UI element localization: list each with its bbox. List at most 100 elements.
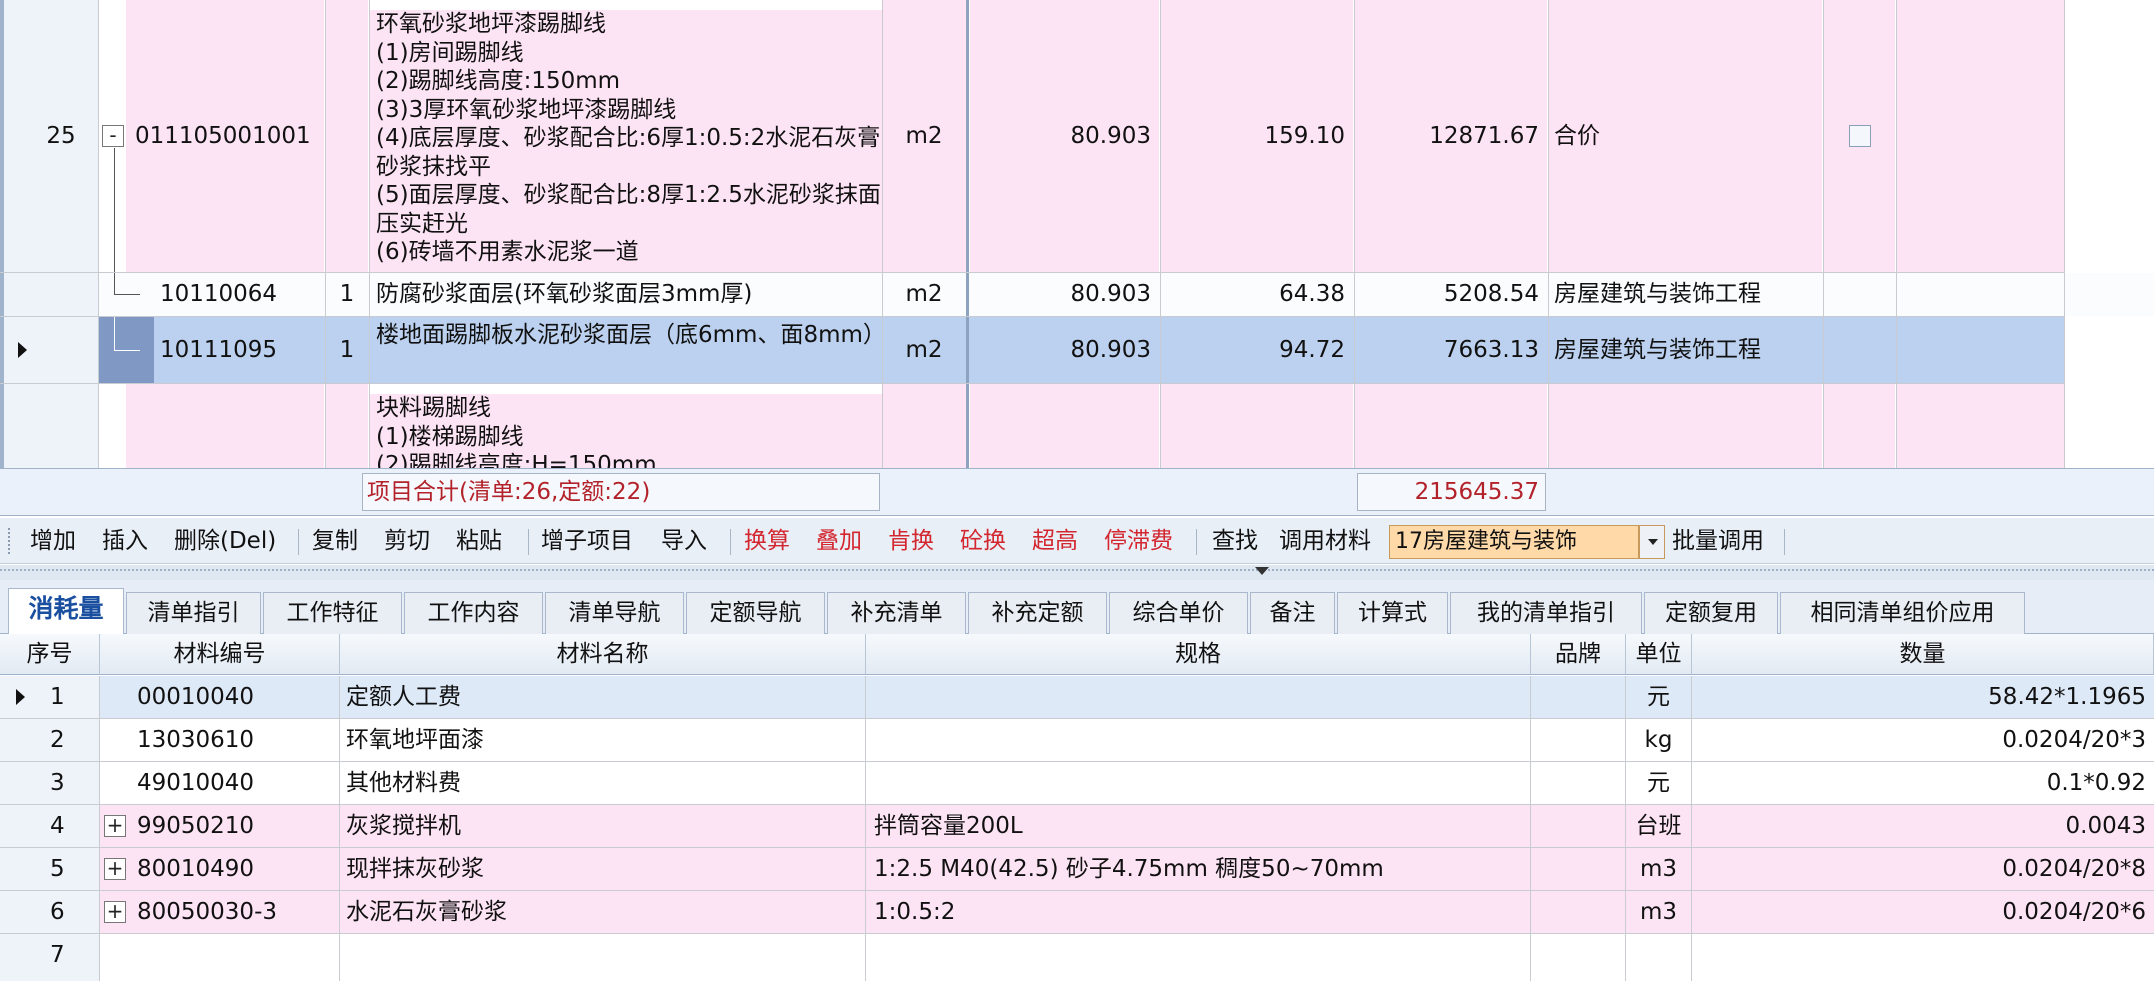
tab-my-bill-guide[interactable]: 我的清单指引 bbox=[1450, 592, 1642, 634]
add-button[interactable]: 增加 bbox=[30, 518, 76, 564]
tab-work-features[interactable]: 工作特征 bbox=[263, 592, 402, 634]
category-cell[interactable]: 房屋建筑与装饰工程 bbox=[1548, 336, 1822, 364]
row-header[interactable] bbox=[4, 273, 98, 316]
material-library-select[interactable]: 17房屋建筑与装饰 bbox=[1389, 525, 1639, 559]
checkbox-cell[interactable] bbox=[1823, 384, 1895, 468]
tab-bill-guide[interactable]: 清单指引 bbox=[126, 592, 261, 634]
table-row[interactable]: 4 99050210 + 灰浆搅拌机 拌筒容量200L 台班 0.0043 bbox=[0, 805, 2154, 848]
material-name[interactable]: 现拌抹灰砂浆 bbox=[340, 848, 866, 890]
material-brand[interactable] bbox=[1531, 762, 1626, 804]
material-spec[interactable]: 1:0.5:2 bbox=[866, 891, 1531, 933]
tab-bill-navigation[interactable]: 清单导航 bbox=[545, 592, 684, 634]
table-row-selected[interactable]: 10111095 1 楼地面踢脚板水泥砂浆面层（底6mm、面8mm） m2 80… bbox=[4, 317, 2064, 383]
import-button[interactable]: 导入 bbox=[661, 518, 707, 564]
item-code[interactable]: 10110064 bbox=[160, 280, 325, 308]
table-row[interactable]: 25 - 011105001001 环氧砂浆地坪漆踢脚线 (1)房间踢脚线 (2… bbox=[4, 0, 2154, 272]
material-name[interactable]: 灰浆搅拌机 bbox=[340, 805, 866, 847]
quantity-cell[interactable] bbox=[970, 384, 1159, 468]
column-header-unit[interactable]: 单位 bbox=[1626, 634, 1692, 675]
qty-source[interactable]: 1 bbox=[326, 280, 368, 308]
find-button[interactable]: 查找 bbox=[1212, 518, 1258, 564]
tab-consumption[interactable]: 消耗量 bbox=[8, 588, 124, 635]
toolbar-grip[interactable] bbox=[8, 528, 12, 554]
table-row[interactable]: 5 80010490 + 现拌抹灰砂浆 1:2.5 M40(42.5) 砂子4.… bbox=[0, 848, 2154, 891]
item-description[interactable]: 块料踢脚线 (1)楼梯踢脚线 (2)踢脚线高度:H=150mm bbox=[370, 394, 882, 468]
overheight-button[interactable]: 超高 bbox=[1032, 518, 1078, 564]
material-spec[interactable] bbox=[866, 719, 1531, 761]
paste-button[interactable]: 粘贴 bbox=[456, 518, 502, 564]
unit-price-cell[interactable]: 159.10 bbox=[1160, 0, 1353, 272]
tab-same-bill-pricing[interactable]: 相同清单组价应用 bbox=[1780, 592, 2025, 634]
batch-call-button[interactable]: 批量调用 bbox=[1672, 518, 1764, 564]
quantity-cell[interactable]: 80.903 bbox=[970, 280, 1159, 308]
column-header-spec[interactable]: 规格 bbox=[866, 634, 1531, 675]
material-unit[interactable]: m3 bbox=[1626, 891, 1692, 933]
material-qty[interactable]: 0.1*0.92 bbox=[1692, 762, 2154, 804]
tab-work-content[interactable]: 工作内容 bbox=[404, 592, 543, 634]
concrete-replace-button[interactable]: 砼换 bbox=[960, 518, 1006, 564]
delete-button[interactable]: 删除(Del) bbox=[174, 518, 276, 564]
material-unit[interactable]: kg bbox=[1626, 719, 1692, 761]
material-qty[interactable]: 0.0204/20*3 bbox=[1692, 719, 2154, 761]
unit-price-cell[interactable] bbox=[1160, 384, 1353, 468]
column-header-qty[interactable]: 数量 bbox=[1692, 634, 2154, 675]
expand-plus-icon[interactable]: + bbox=[104, 901, 126, 923]
material-spec[interactable]: 拌筒容量200L bbox=[866, 805, 1531, 847]
tab-remarks[interactable]: 备注 bbox=[1250, 592, 1335, 634]
row-header[interactable] bbox=[4, 384, 98, 468]
qty-source-cell[interactable] bbox=[326, 0, 368, 272]
extra-cell[interactable] bbox=[1896, 384, 2064, 468]
convert-button[interactable]: 换算 bbox=[744, 518, 790, 564]
code-cell[interactable] bbox=[126, 384, 324, 468]
table-row[interactable]: 块料踢脚线 (1)楼梯踢脚线 (2)踢脚线高度:H=150mm bbox=[4, 384, 2154, 468]
material-brand[interactable] bbox=[1531, 891, 1626, 933]
material-code[interactable]: 13030610 bbox=[100, 719, 340, 761]
tab-quota-reuse[interactable]: 定额复用 bbox=[1644, 592, 1778, 634]
unit-cell[interactable]: m2 bbox=[882, 0, 966, 272]
table-row-selected[interactable]: 1 00010040 定额人工费 元 58.42*1.1965 bbox=[0, 676, 2154, 719]
row-checkbox[interactable] bbox=[1849, 125, 1871, 147]
unit-cell[interactable]: m2 bbox=[882, 280, 966, 308]
table-row[interactable]: 2 13030610 环氧地坪面漆 kg 0.0204/20*3 bbox=[0, 719, 2154, 762]
material-unit[interactable] bbox=[1626, 934, 1692, 981]
qty-source-cell[interactable] bbox=[326, 384, 368, 468]
material-qty[interactable]: 0.0204/20*6 bbox=[1692, 891, 2154, 933]
material-brand[interactable] bbox=[1531, 805, 1626, 847]
extra-cell[interactable] bbox=[1896, 0, 2064, 272]
column-header-brand[interactable]: 品牌 bbox=[1531, 634, 1626, 675]
material-name[interactable]: 其他材料费 bbox=[340, 762, 866, 804]
item-code[interactable]: 10111095 bbox=[160, 336, 325, 364]
material-brand[interactable] bbox=[1531, 934, 1626, 981]
material-spec[interactable] bbox=[866, 934, 1531, 981]
material-unit[interactable]: 元 bbox=[1626, 676, 1692, 718]
column-header-code[interactable]: 材料编号 bbox=[100, 634, 340, 675]
tab-composite-price[interactable]: 综合单价 bbox=[1109, 592, 1248, 634]
kenhuan-button[interactable]: 肯换 bbox=[888, 518, 934, 564]
material-code[interactable] bbox=[100, 934, 340, 981]
tab-supplement-bill[interactable]: 补充清单 bbox=[827, 592, 966, 634]
table-row[interactable]: 6 80050030-3 + 水泥石灰膏砂浆 1:0.5:2 m3 0.0204… bbox=[0, 891, 2154, 934]
overlay-button[interactable]: 叠加 bbox=[816, 518, 862, 564]
material-code[interactable]: 49010040 bbox=[100, 762, 340, 804]
material-unit[interactable]: m3 bbox=[1626, 848, 1692, 890]
material-brand[interactable] bbox=[1531, 676, 1626, 718]
material-qty[interactable]: 58.42*1.1965 bbox=[1692, 676, 2154, 718]
material-spec[interactable] bbox=[866, 762, 1531, 804]
call-material-button[interactable]: 调用材料 bbox=[1279, 518, 1371, 564]
collapse-icon[interactable]: - bbox=[102, 125, 124, 147]
total-cell[interactable]: 12871.67 bbox=[1354, 0, 1547, 272]
add-sub-item-button[interactable]: 增子项目 bbox=[541, 518, 633, 564]
material-spec[interactable]: 1:2.5 M40(42.5) 砂子4.75mm 稠度50~70mm bbox=[866, 848, 1531, 890]
category-cell[interactable] bbox=[1548, 384, 1822, 468]
quantity-cell[interactable]: 80.903 bbox=[970, 0, 1159, 272]
tab-supplement-quota[interactable]: 补充定额 bbox=[968, 592, 1107, 634]
item-description[interactable]: 楼地面踢脚板水泥砂浆面层（底6mm、面8mm） bbox=[370, 321, 880, 383]
material-code[interactable]: 99050210 bbox=[100, 805, 340, 847]
cut-button[interactable]: 剪切 bbox=[384, 518, 430, 564]
tab-quota-navigation[interactable]: 定额导航 bbox=[686, 592, 825, 634]
splitter[interactable] bbox=[0, 565, 2154, 580]
material-brand[interactable] bbox=[1531, 848, 1626, 890]
material-qty[interactable] bbox=[1692, 934, 2154, 981]
chevron-down-icon[interactable] bbox=[1255, 567, 1269, 575]
material-name[interactable]: 定额人工费 bbox=[340, 676, 866, 718]
